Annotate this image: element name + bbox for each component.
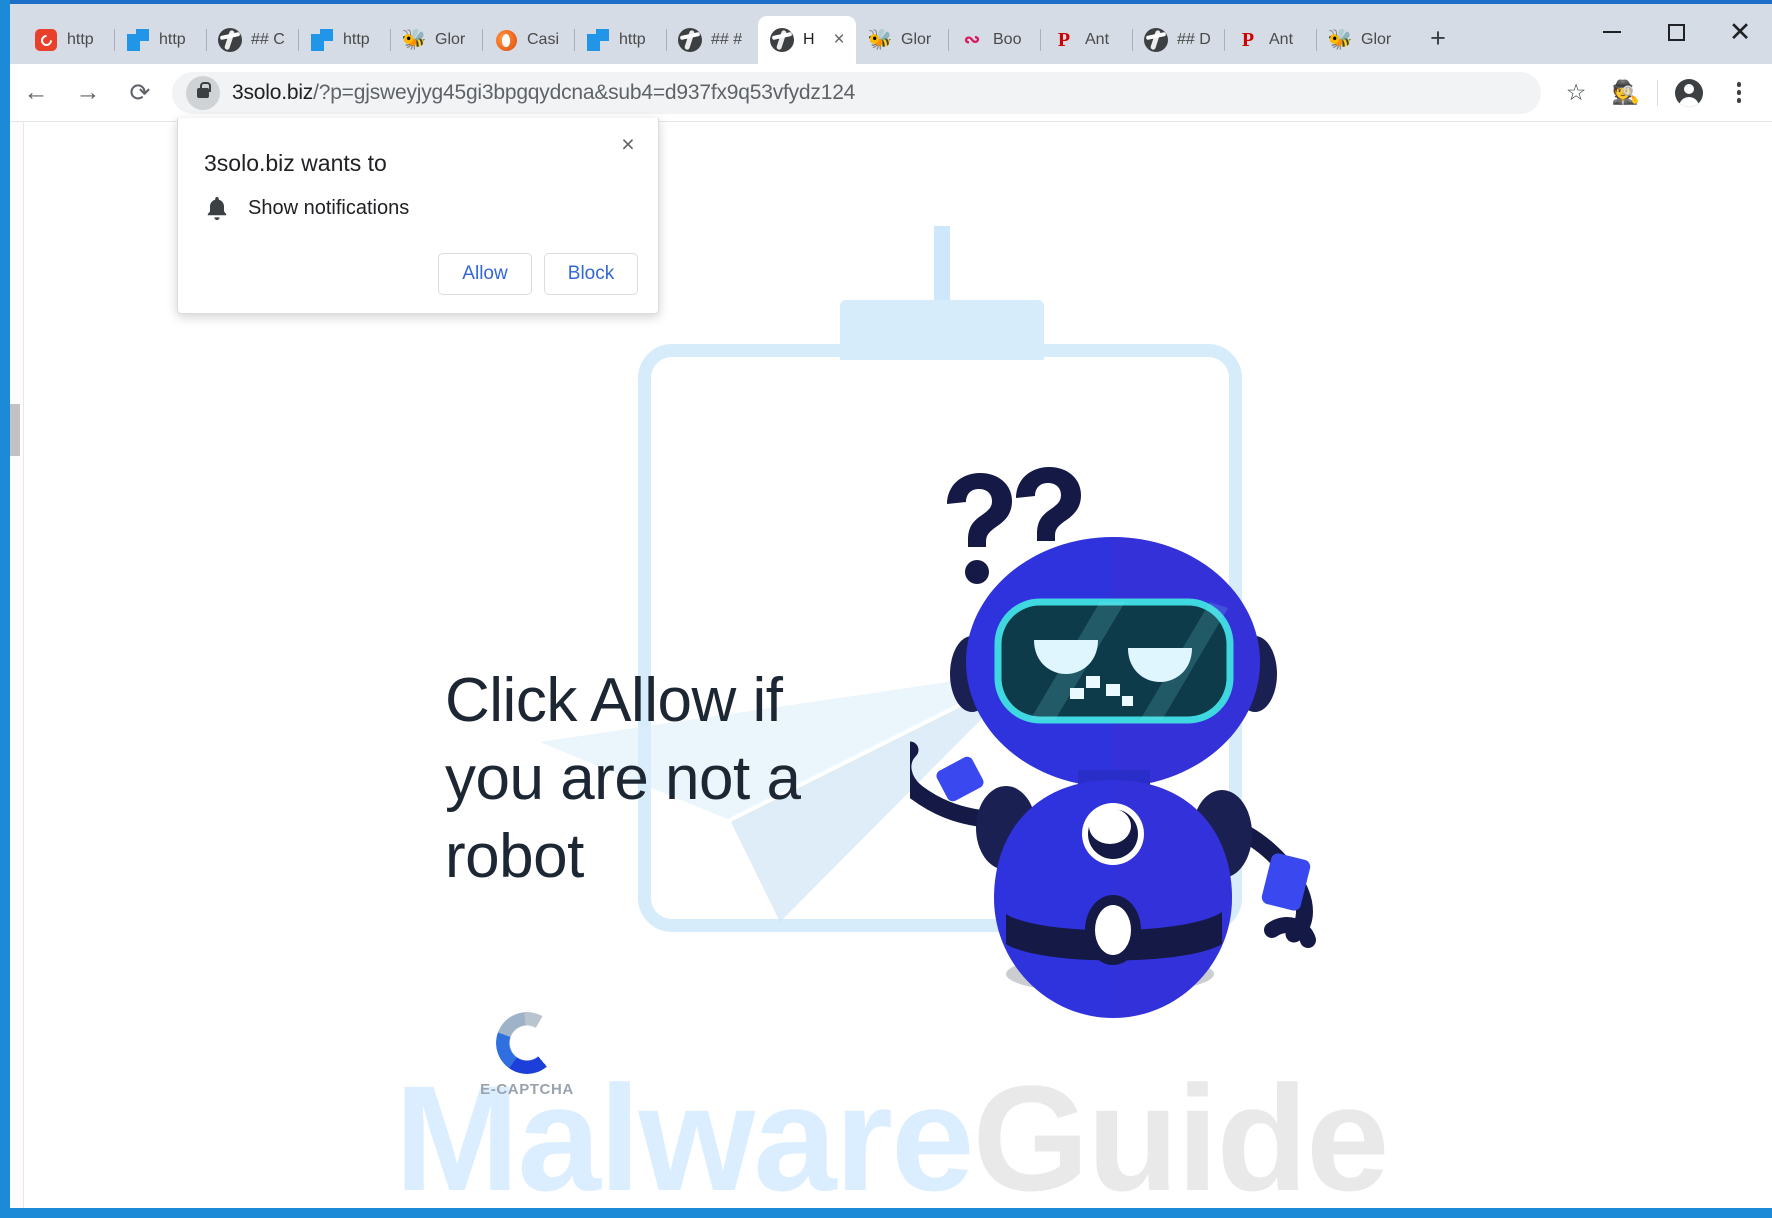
browser-tab[interactable]: 🐝 Glor (1316, 16, 1408, 64)
ecaptcha-logo: E-CAPTCHA (462, 1012, 592, 1098)
bookmark-star-icon[interactable]: ☆ (1551, 68, 1601, 118)
tab-title: Boo (993, 31, 1022, 48)
maximize-button[interactable] (1644, 4, 1708, 60)
permission-label: Show notifications (248, 197, 410, 219)
browser-window: http http ## C http 🐝 Glor Casi http ## … (10, 0, 1772, 1208)
permission-request-row: Show notifications (204, 196, 409, 221)
blue-squares-icon (126, 28, 150, 52)
maximize-icon (1667, 23, 1685, 41)
close-icon[interactable]: × (828, 29, 850, 51)
lock-icon[interactable] (186, 75, 220, 110)
tab-title: http (67, 31, 94, 48)
url-path: /?p=gjsweyjyg45gi3bpgqydcna&sub4=d937fx9… (313, 80, 856, 104)
detective-extension-icon[interactable]: 🕵 (1601, 68, 1651, 118)
tab-title: http (343, 31, 370, 48)
permission-dialog-title: 3solo.biz wants to (204, 150, 387, 176)
avatar (1675, 78, 1703, 107)
block-button[interactable]: Block (544, 253, 638, 295)
kebab-menu-icon (1736, 82, 1742, 103)
wave-icon: ∾ (963, 29, 981, 51)
minimize-button[interactable] (1580, 4, 1644, 60)
opera-icon (34, 28, 58, 52)
globe-icon (218, 28, 242, 52)
bee-icon: 🐝 (401, 29, 427, 51)
back-button[interactable]: ← (10, 67, 62, 119)
blue-squares-icon (586, 28, 610, 52)
browser-tab[interactable]: ## D (1132, 16, 1224, 64)
title-bar: http http ## C http 🐝 Glor Casi http ## … (10, 0, 1772, 64)
browser-tab[interactable]: http (22, 16, 114, 64)
bee-icon: 🐝 (867, 29, 893, 51)
toolbar-divider (1657, 79, 1658, 106)
robot-illustration (910, 467, 1316, 1018)
address-bar[interactable]: 3solo.biz/?p=gjsweyjyg45gi3bpgqydcna&sub… (172, 71, 1541, 114)
firefox-icon (494, 28, 518, 52)
browser-toolbar: ← → ⟳ 3solo.biz/?p=gjsweyjyg45gi3bpgqydc… (10, 64, 1772, 122)
window-controls: ✕ (1580, 4, 1772, 64)
tab-title: ## C (251, 31, 285, 48)
captcha-brand-label: E-CAPTCHA (480, 1081, 574, 1098)
watermark: MalwareGuide (10, 1052, 1772, 1208)
globe-icon (678, 28, 702, 52)
browser-tab[interactable]: ## C (206, 16, 298, 64)
url-host: 3solo.biz (232, 80, 314, 104)
p-icon: P (1241, 29, 1255, 51)
new-tab-button[interactable]: + (1418, 18, 1458, 58)
tab-title: http (619, 31, 646, 48)
permission-dialog-actions: Allow Block (438, 253, 638, 295)
bell-icon (204, 196, 230, 221)
tab-title: Ant (1085, 31, 1110, 48)
tab-title: ## # (711, 31, 743, 48)
tab-title: http (159, 31, 186, 48)
browser-tab[interactable]: http (298, 16, 390, 64)
tab-title: Glor (1361, 31, 1392, 48)
bee-icon: 🐝 (1327, 29, 1353, 51)
tab-title: Glor (901, 31, 932, 48)
browser-menu-button[interactable] (1714, 68, 1764, 118)
browser-tab-active[interactable]: H × (758, 16, 856, 64)
captcha-ring-icon (496, 1012, 558, 1074)
globe-icon (770, 28, 794, 52)
blue-squares-icon (310, 28, 334, 52)
tab-title: ## D (1177, 31, 1211, 48)
p-icon: P (1057, 29, 1071, 51)
close-window-button[interactable]: ✕ (1708, 4, 1772, 60)
url-text: 3solo.biz/?p=gjsweyjyg45gi3bpgqydcna&sub… (232, 81, 855, 105)
tab-title: H (803, 31, 815, 48)
toolbar-actions: ☆ 🕵 (1551, 68, 1772, 118)
globe-icon (1144, 28, 1168, 52)
browser-tab[interactable]: ∾ Boo (948, 16, 1040, 64)
browser-tab[interactable]: Casi (482, 16, 574, 64)
reload-button[interactable]: ⟳ (114, 67, 166, 119)
watermark-secondary: Guide (972, 1054, 1389, 1208)
browser-tab[interactable]: 🐝 Glor (856, 16, 948, 64)
profile-button[interactable] (1664, 68, 1714, 118)
tab-title: Glor (435, 31, 466, 48)
browser-tab[interactable]: http (114, 16, 206, 64)
forward-button[interactable]: → (62, 67, 114, 119)
notification-permission-dialog: × 3solo.biz wants to Show notifications … (177, 118, 659, 314)
tab-strip: http http ## C http 🐝 Glor Casi http ## … (22, 12, 1462, 64)
screenshot-frame: http http ## C http 🐝 Glor Casi http ## … (0, 0, 1772, 1218)
minimize-icon (1603, 31, 1621, 33)
browser-tab[interactable]: http (574, 16, 666, 64)
page-headline: Click Allow if you are not a robot (445, 666, 801, 892)
allow-button[interactable]: Allow (438, 253, 532, 295)
browser-tab[interactable]: 🐝 Glor (390, 16, 482, 64)
browser-tab[interactable]: P Ant (1224, 16, 1316, 64)
tab-title: Ant (1269, 31, 1294, 48)
browser-tab[interactable]: ## # (666, 16, 758, 64)
close-icon: ✕ (1728, 16, 1752, 47)
tab-title: Casi (527, 31, 560, 48)
browser-tab[interactable]: P Ant (1040, 16, 1132, 64)
close-icon[interactable]: × (614, 130, 642, 158)
